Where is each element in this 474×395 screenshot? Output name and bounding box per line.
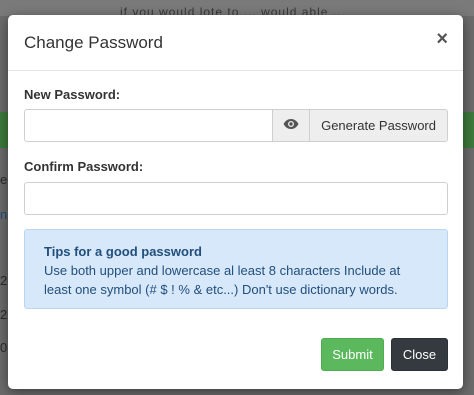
confirm-password-input[interactable] <box>24 182 448 215</box>
new-password-input[interactable] <box>24 109 274 142</box>
show-password-toggle[interactable] <box>273 109 311 142</box>
generate-password-button[interactable]: Generate Password <box>310 109 448 142</box>
tips-body: Use both upper and lowercase al least 8 … <box>44 263 401 297</box>
eye-icon <box>283 117 299 135</box>
password-tips-alert: Tips for a good password Use both upper … <box>24 229 448 309</box>
close-button[interactable]: Close <box>391 338 448 371</box>
dialog-title: Change Password <box>24 33 163 52</box>
dialog-header: Change Password × <box>8 15 463 71</box>
confirm-password-label: Confirm Password: <box>24 159 144 174</box>
close-icon[interactable]: × <box>436 29 448 49</box>
new-password-group: Generate Password <box>24 109 448 142</box>
tips-title: Tips for a good password <box>44 244 202 259</box>
new-password-label: New Password: <box>24 87 121 102</box>
background-text-fragment: 0 <box>0 340 8 355</box>
change-password-dialog: Change Password × New Password: Generate… <box>8 15 463 389</box>
submit-button[interactable]: Submit <box>321 338 384 371</box>
